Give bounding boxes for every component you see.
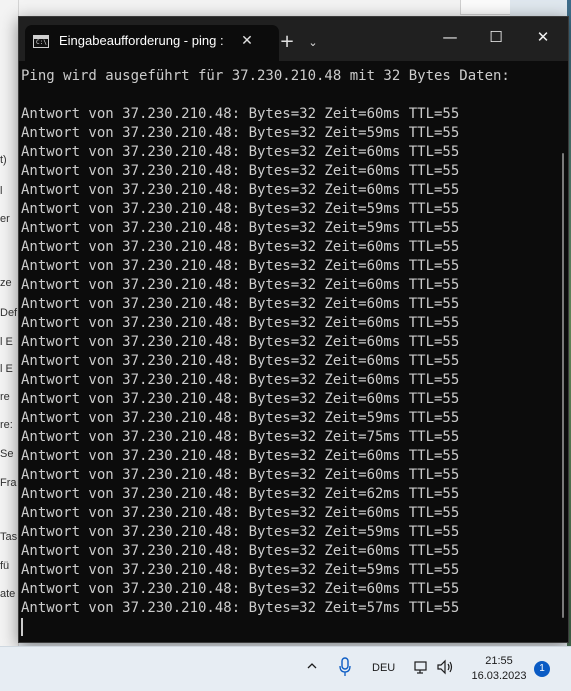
background-window-label: t) [0, 154, 7, 166]
minimize-button[interactable]: — [429, 25, 471, 49]
background-window: t) l er ze Def l E l E re re: Se Fra Tas fü ate [0, 0, 19, 646]
ping-reply-line: Antwort von 37.230.210.48: Bytes=32 Zeit… [21, 258, 460, 274]
tab-close-button[interactable]: ✕ [237, 31, 257, 51]
ping-reply-line: Antwort von 37.230.210.48: Bytes=32 Zeit… [21, 581, 460, 597]
background-window-label: ze [0, 277, 12, 289]
background-window-button[interactable] [460, 0, 512, 15]
chevron-up-icon[interactable] [306, 659, 318, 675]
ping-reply-line: Antwort von 37.230.210.48: Bytes=32 Zeit… [21, 239, 460, 255]
clock[interactable]: 21:55 16.03.2023 [468, 654, 530, 684]
ping-reply-line: Antwort von 37.230.210.48: Bytes=32 Zeit… [21, 334, 460, 350]
ping-header-line: Ping wird ausgeführt für 37.230.210.48 m… [21, 68, 510, 84]
taskbar: DEU 21:55 16.03.2023 1 [0, 646, 571, 691]
desktop-wallpaper-top [510, 0, 571, 16]
ping-reply-line: Antwort von 37.230.210.48: Bytes=32 Zeit… [21, 562, 460, 578]
tab-command-prompt[interactable]: C:\ Eingabeaufforderung - ping : ✕ [25, 25, 279, 61]
ping-reply-line: Antwort von 37.230.210.48: Bytes=32 Zeit… [21, 296, 460, 312]
ping-reply-line: Antwort von 37.230.210.48: Bytes=32 Zeit… [21, 220, 460, 236]
background-window-label: Tas [0, 531, 18, 543]
background-window-label: ate [0, 588, 16, 600]
console-output[interactable]: Ping wird ausgeführt für 37.230.210.48 m… [19, 61, 554, 641]
ping-reply-line: Antwort von 37.230.210.48: Bytes=32 Zeit… [21, 543, 460, 559]
ping-reply-line: Antwort von 37.230.210.48: Bytes=32 Zeit… [21, 486, 460, 502]
background-window-label: l E [0, 363, 13, 375]
title-bar[interactable]: C:\ Eingabeaufforderung - ping : ✕ + ⌄ —… [19, 17, 568, 61]
ping-reply-line: Antwort von 37.230.210.48: Bytes=32 Zeit… [21, 125, 460, 141]
command-prompt-icon: C:\ [33, 35, 49, 48]
background-window-label: Se [0, 448, 14, 460]
clock-time: 21:55 [485, 655, 513, 667]
network-icon[interactable] [413, 660, 429, 679]
background-window-label: fü [0, 560, 10, 572]
ping-reply-line: Antwort von 37.230.210.48: Bytes=32 Zeit… [21, 182, 460, 198]
volume-icon[interactable] [436, 659, 454, 678]
scrollbar[interactable] [562, 153, 564, 618]
notification-badge[interactable]: 1 [534, 661, 550, 677]
ping-reply-line: Antwort von 37.230.210.48: Bytes=32 Zeit… [21, 505, 460, 521]
ping-reply-line: Antwort von 37.230.210.48: Bytes=32 Zeit… [21, 277, 460, 293]
background-window-label: Def [0, 307, 18, 319]
clock-date: 16.03.2023 [471, 670, 527, 682]
background-window-label: re: [0, 419, 13, 431]
background-window-label: Fra [0, 477, 17, 489]
ping-reply-line: Antwort von 37.230.210.48: Bytes=32 Zeit… [21, 106, 460, 122]
ping-reply-line: Antwort von 37.230.210.48: Bytes=32 Zeit… [21, 467, 460, 483]
prompt-line[interactable] [21, 618, 554, 637]
ping-reply-line: Antwort von 37.230.210.48: Bytes=32 Zeit… [21, 410, 460, 426]
ping-reply-line: Antwort von 37.230.210.48: Bytes=32 Zeit… [21, 448, 460, 464]
ping-reply-line: Antwort von 37.230.210.48: Bytes=32 Zeit… [21, 391, 460, 407]
maximize-button[interactable]: ☐ [475, 25, 517, 49]
ping-reply-line: Antwort von 37.230.210.48: Bytes=32 Zeit… [21, 144, 460, 160]
ping-reply-line: Antwort von 37.230.210.48: Bytes=32 Zeit… [21, 524, 460, 540]
background-window-label: re [0, 391, 10, 403]
ping-reply-line: Antwort von 37.230.210.48: Bytes=32 Zeit… [21, 372, 460, 388]
ping-reply-line: Antwort von 37.230.210.48: Bytes=32 Zeit… [21, 429, 460, 445]
microphone-icon[interactable] [339, 657, 351, 679]
text-cursor [21, 618, 23, 636]
terminal-window[interactable]: C:\ Eingabeaufforderung - ping : ✕ + ⌄ —… [18, 16, 569, 643]
ping-reply-line: Antwort von 37.230.210.48: Bytes=32 Zeit… [21, 315, 460, 331]
ping-reply-line: Antwort von 37.230.210.48: Bytes=32 Zeit… [21, 163, 460, 179]
language-indicator[interactable]: DEU [372, 662, 395, 674]
background-window-label: er [0, 213, 10, 225]
tab-dropdown-button[interactable]: ⌄ [303, 31, 323, 55]
new-tab-button[interactable]: + [275, 31, 299, 55]
tab-title: Eingabeaufforderung - ping : [59, 33, 224, 48]
background-window-label: l E [0, 336, 13, 348]
background-window-label: l [0, 185, 3, 197]
background-window-top [0, 0, 512, 17]
ping-reply-line: Antwort von 37.230.210.48: Bytes=32 Zeit… [21, 201, 460, 217]
ping-reply-line: Antwort von 37.230.210.48: Bytes=32 Zeit… [21, 353, 460, 369]
ping-reply-line: Antwort von 37.230.210.48: Bytes=32 Zeit… [21, 600, 460, 616]
close-button[interactable]: ✕ [522, 25, 564, 49]
